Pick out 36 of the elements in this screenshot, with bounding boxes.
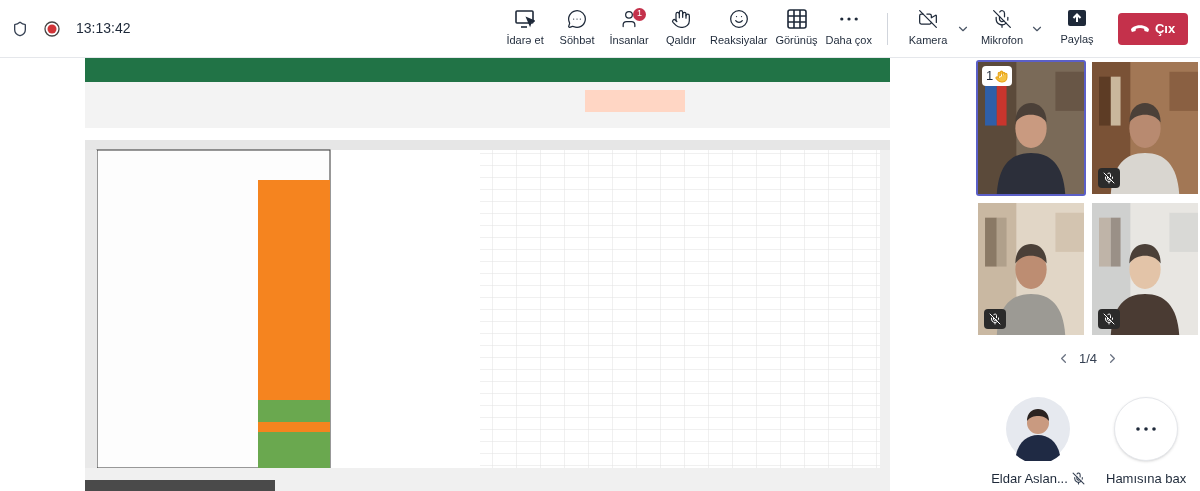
reactions-button[interactable]: Reaksiyalar xyxy=(707,3,771,54)
recording-icon xyxy=(44,20,60,37)
microphone-off-icon xyxy=(989,313,1001,325)
raise-hand-button[interactable]: Qaldır xyxy=(655,3,708,54)
share-button[interactable]: Paylaş xyxy=(1052,3,1102,54)
page-indicator: 1/4 xyxy=(1078,350,1098,368)
raised-hand-badge: 1 xyxy=(982,66,1013,86)
hand-icon xyxy=(995,69,1009,83)
shield-icon xyxy=(12,20,28,37)
microphone-off-icon xyxy=(1103,172,1115,184)
view-button[interactable]: Görünüş xyxy=(770,3,823,54)
chat-icon xyxy=(567,8,588,29)
more-button[interactable]: Daha çox xyxy=(822,3,875,54)
video-tile[interactable]: 1 xyxy=(976,60,1086,196)
microphone-off-icon xyxy=(992,8,1012,29)
leave-button[interactable]: Çıx xyxy=(1118,12,1188,45)
manage-button[interactable]: İdarə et xyxy=(499,3,552,54)
call-timer: 13:13:42 xyxy=(76,19,131,38)
people-button[interactable]: İnsanlar 1 xyxy=(603,3,656,54)
screen-cursor-icon xyxy=(515,8,536,29)
avatar[interactable] xyxy=(1006,396,1070,461)
microphone-button[interactable]: Mikrofon xyxy=(974,3,1030,54)
participant-name: Eldar Aslan... xyxy=(991,469,1068,488)
camera-off-icon xyxy=(918,8,938,29)
more-icon xyxy=(1136,426,1157,431)
chat-button[interactable]: Söhbət xyxy=(551,3,604,54)
notification-badge: 1 xyxy=(633,7,647,21)
microphone-off-icon xyxy=(1103,313,1115,325)
more-icon xyxy=(839,16,858,21)
camera-button[interactable]: Kamera xyxy=(900,3,956,54)
hand-icon xyxy=(671,8,692,29)
smile-icon xyxy=(728,8,749,29)
grid-icon xyxy=(786,8,807,29)
share-icon xyxy=(1068,9,1086,26)
see-all-label: Hamısına bax xyxy=(1106,469,1187,488)
hang-up-icon xyxy=(1130,25,1149,32)
